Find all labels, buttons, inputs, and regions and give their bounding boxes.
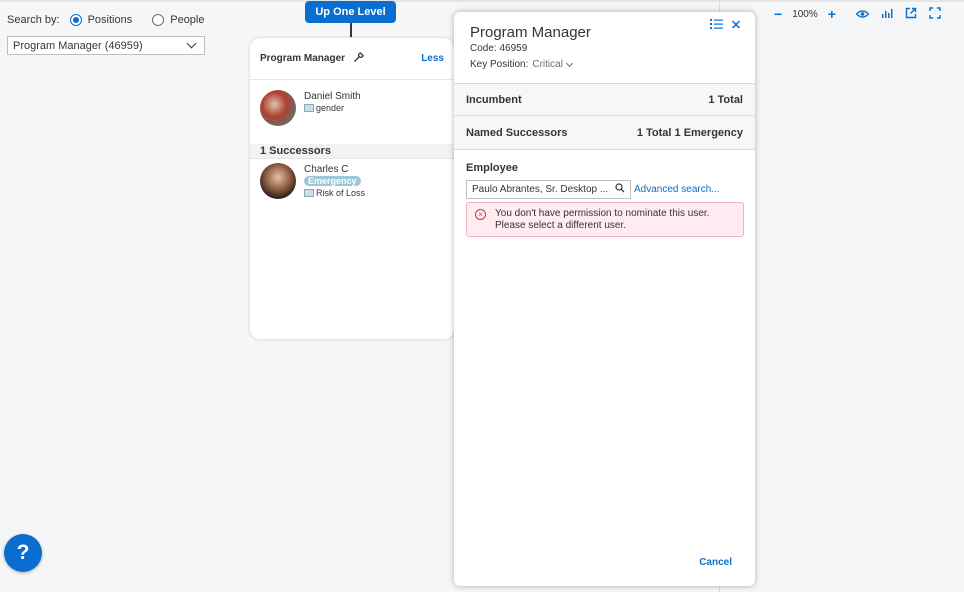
panel-title: Program Manager bbox=[470, 24, 591, 41]
org-connector-line bbox=[350, 23, 352, 37]
avatar bbox=[260, 90, 296, 126]
incumbent-name[interactable]: Daniel Smith bbox=[304, 91, 361, 102]
employee-search-input[interactable]: Paulo Abrantes, Sr. Desktop ... bbox=[466, 180, 631, 199]
zoom-in-icon[interactable]: + bbox=[828, 6, 836, 22]
successor-sub: Risk of Loss bbox=[304, 188, 365, 198]
image-icon bbox=[304, 104, 314, 112]
close-icon[interactable] bbox=[731, 18, 741, 33]
incumbent-row[interactable]: Daniel Smith gender bbox=[250, 90, 454, 130]
error-line-2: Please select a different user. bbox=[495, 220, 627, 231]
search-by-label: Search by: bbox=[7, 14, 60, 26]
list-icon[interactable] bbox=[710, 18, 723, 33]
position-card-title: Program Manager bbox=[260, 53, 346, 64]
search-icon[interactable] bbox=[615, 183, 625, 196]
successor-row[interactable]: Charles C Emergency Risk of Loss bbox=[250, 163, 454, 203]
advanced-search-link[interactable]: Advanced search... bbox=[634, 184, 720, 195]
successor-side-panel: Program Manager Code: 46959 Key Position… bbox=[454, 12, 755, 586]
error-line-1: You don't have permission to nominate th… bbox=[495, 208, 710, 219]
successor-name[interactable]: Charles C bbox=[304, 164, 365, 175]
radio-people[interactable]: People bbox=[152, 14, 205, 26]
cancel-button[interactable]: Cancel bbox=[699, 557, 732, 568]
successors-header: 1 Successors bbox=[250, 144, 454, 159]
canvas-toolbar: − 100% + bbox=[768, 6, 947, 22]
incumbent-section-label: Incumbent bbox=[466, 93, 522, 106]
avatar bbox=[260, 163, 296, 199]
up-one-level-button[interactable]: Up One Level bbox=[305, 1, 396, 23]
image-icon bbox=[304, 189, 314, 197]
chevron-down-icon bbox=[186, 38, 197, 49]
employee-label: Employee bbox=[466, 162, 518, 174]
help-button[interactable]: ? bbox=[4, 534, 42, 572]
radio-positions-dot[interactable] bbox=[69, 14, 82, 26]
position-select[interactable]: Program Manager (46959) bbox=[7, 36, 205, 55]
radio-positions-label: Positions bbox=[87, 14, 133, 26]
radio-people-dot[interactable] bbox=[152, 14, 165, 26]
position-card[interactable]: Program Manager Less Daniel Smith gender… bbox=[250, 38, 454, 339]
named-successors-total: 1 Total 1 Emergency bbox=[636, 126, 743, 139]
key-position[interactable]: Key Position: Critical bbox=[470, 59, 573, 70]
chevron-down-icon[interactable] bbox=[565, 59, 573, 67]
error-text: You don't have permission to nominate th… bbox=[495, 208, 709, 231]
employee-search-value: Paulo Abrantes, Sr. Desktop ... bbox=[472, 184, 609, 195]
incumbent-total: 1 Total bbox=[708, 93, 743, 106]
fullscreen-icon[interactable] bbox=[929, 6, 941, 22]
search-by-group: Search by: Positions People bbox=[7, 14, 225, 26]
code-value: 46959 bbox=[499, 43, 528, 54]
key-position-label: Key Position: bbox=[470, 59, 529, 70]
incumbent-sub-text: gender bbox=[316, 103, 345, 113]
emergency-badge: Emergency bbox=[304, 176, 361, 186]
zoom-out-icon[interactable]: − bbox=[774, 6, 782, 22]
error-icon: × bbox=[475, 209, 486, 220]
position-card-header: Program Manager Less bbox=[250, 38, 454, 80]
eye-icon[interactable] bbox=[855, 6, 870, 22]
key-position-value[interactable]: Critical bbox=[532, 59, 563, 70]
panel-code: Code: 46959 bbox=[470, 43, 527, 54]
error-message: × You don't have permission to nominate … bbox=[466, 202, 744, 237]
export-icon[interactable] bbox=[905, 6, 917, 22]
position-select-value: Program Manager (46959) bbox=[13, 39, 143, 52]
wrench-icon[interactable] bbox=[353, 51, 365, 66]
code-label: Code: bbox=[470, 43, 497, 54]
incumbent-section[interactable]: Incumbent 1 Total bbox=[454, 83, 755, 116]
successor-sub-text: Risk of Loss bbox=[316, 188, 366, 198]
named-successors-section[interactable]: Named Successors 1 Total 1 Emergency bbox=[454, 116, 755, 150]
top-border bbox=[0, 0, 964, 2]
bar-chart-icon[interactable] bbox=[881, 6, 893, 22]
named-successors-label: Named Successors bbox=[466, 126, 568, 139]
incumbent-sub: gender bbox=[304, 103, 361, 113]
panel-actions bbox=[710, 18, 741, 33]
less-link[interactable]: Less bbox=[421, 53, 444, 64]
radio-people-label: People bbox=[170, 14, 205, 26]
radio-positions[interactable]: Positions bbox=[69, 14, 133, 26]
zoom-level: 100% bbox=[792, 8, 818, 20]
